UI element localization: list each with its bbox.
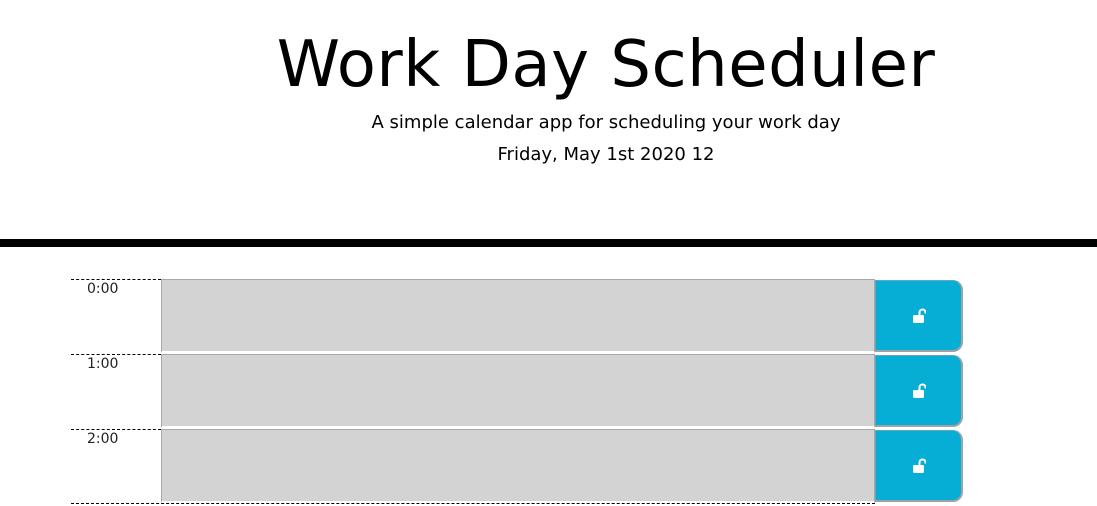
- save-button[interactable]: [875, 430, 963, 502]
- save-button[interactable]: [875, 280, 963, 352]
- header: Work Day Scheduler A simple calendar app…: [0, 0, 1097, 242]
- time-block-row: 2:00: [71, 429, 963, 504]
- hour-label: 2:00: [71, 429, 161, 503]
- unlock-icon: [912, 383, 926, 398]
- unlock-icon: [912, 308, 926, 323]
- event-description-input[interactable]: [161, 279, 875, 353]
- time-block-row: 0:00: [71, 279, 963, 354]
- time-block-container: 0:00 1:00 2:00: [71, 279, 963, 504]
- hour-label: 1:00: [71, 354, 161, 428]
- page-subtitle: A simple calendar app for scheduling you…: [371, 112, 841, 133]
- time-block-row: 1:00: [71, 354, 963, 429]
- event-description-input[interactable]: [161, 429, 875, 503]
- unlock-icon: [912, 458, 926, 473]
- current-day: Friday, May 1st 2020 12: [497, 144, 715, 165]
- save-button[interactable]: [875, 355, 963, 427]
- bottom-divider: [71, 503, 875, 504]
- page: Work Day Scheduler A simple calendar app…: [0, 0, 1097, 506]
- header-divider: [0, 239, 1097, 247]
- event-description-input[interactable]: [161, 354, 875, 428]
- page-title: Work Day Scheduler: [276, 28, 936, 102]
- hour-label: 0:00: [71, 279, 161, 353]
